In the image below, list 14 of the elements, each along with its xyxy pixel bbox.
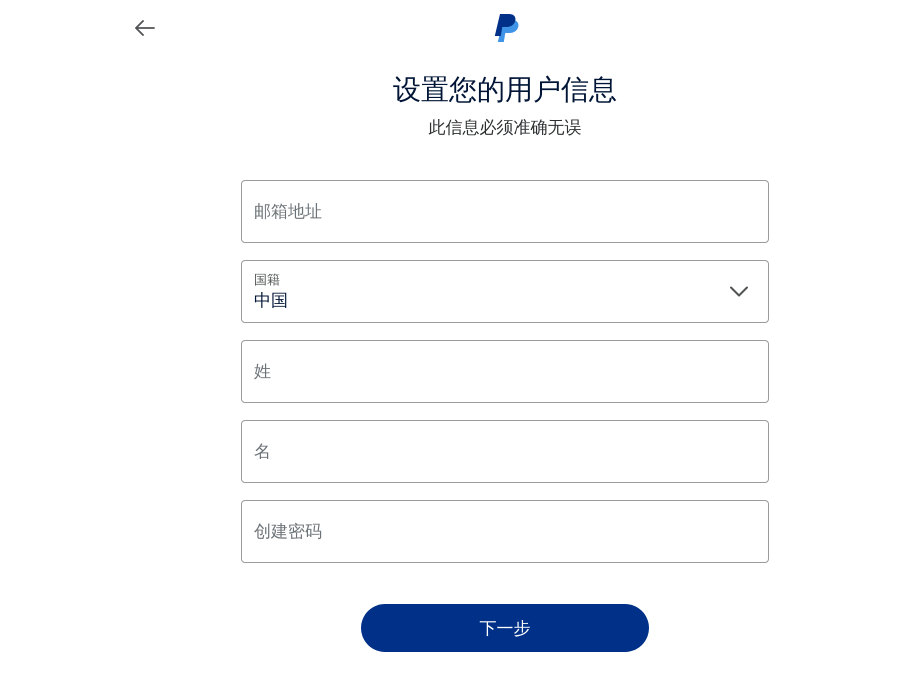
text-input-field[interactable]: 名 (241, 420, 769, 483)
text-input-field[interactable]: 邮箱地址 (241, 180, 769, 243)
chevron-down-icon (730, 286, 748, 297)
password-input-field[interactable]: 创建密码 (241, 500, 769, 563)
select-field[interactable]: 国籍 中国 (241, 260, 769, 323)
text-input-field[interactable]: 姓 (241, 340, 769, 403)
page-title: 设置您的用户信息 (393, 73, 617, 107)
field-label: 国籍 (254, 272, 280, 287)
next-button[interactable]: 下一步 (361, 604, 649, 652)
page-subtitle: 此信息必须准确无误 (428, 117, 582, 139)
selected-value: 中国 (254, 290, 288, 311)
back-button[interactable] (133, 18, 157, 38)
logo-icon (494, 12, 520, 42)
back-arrow-icon (135, 20, 155, 36)
